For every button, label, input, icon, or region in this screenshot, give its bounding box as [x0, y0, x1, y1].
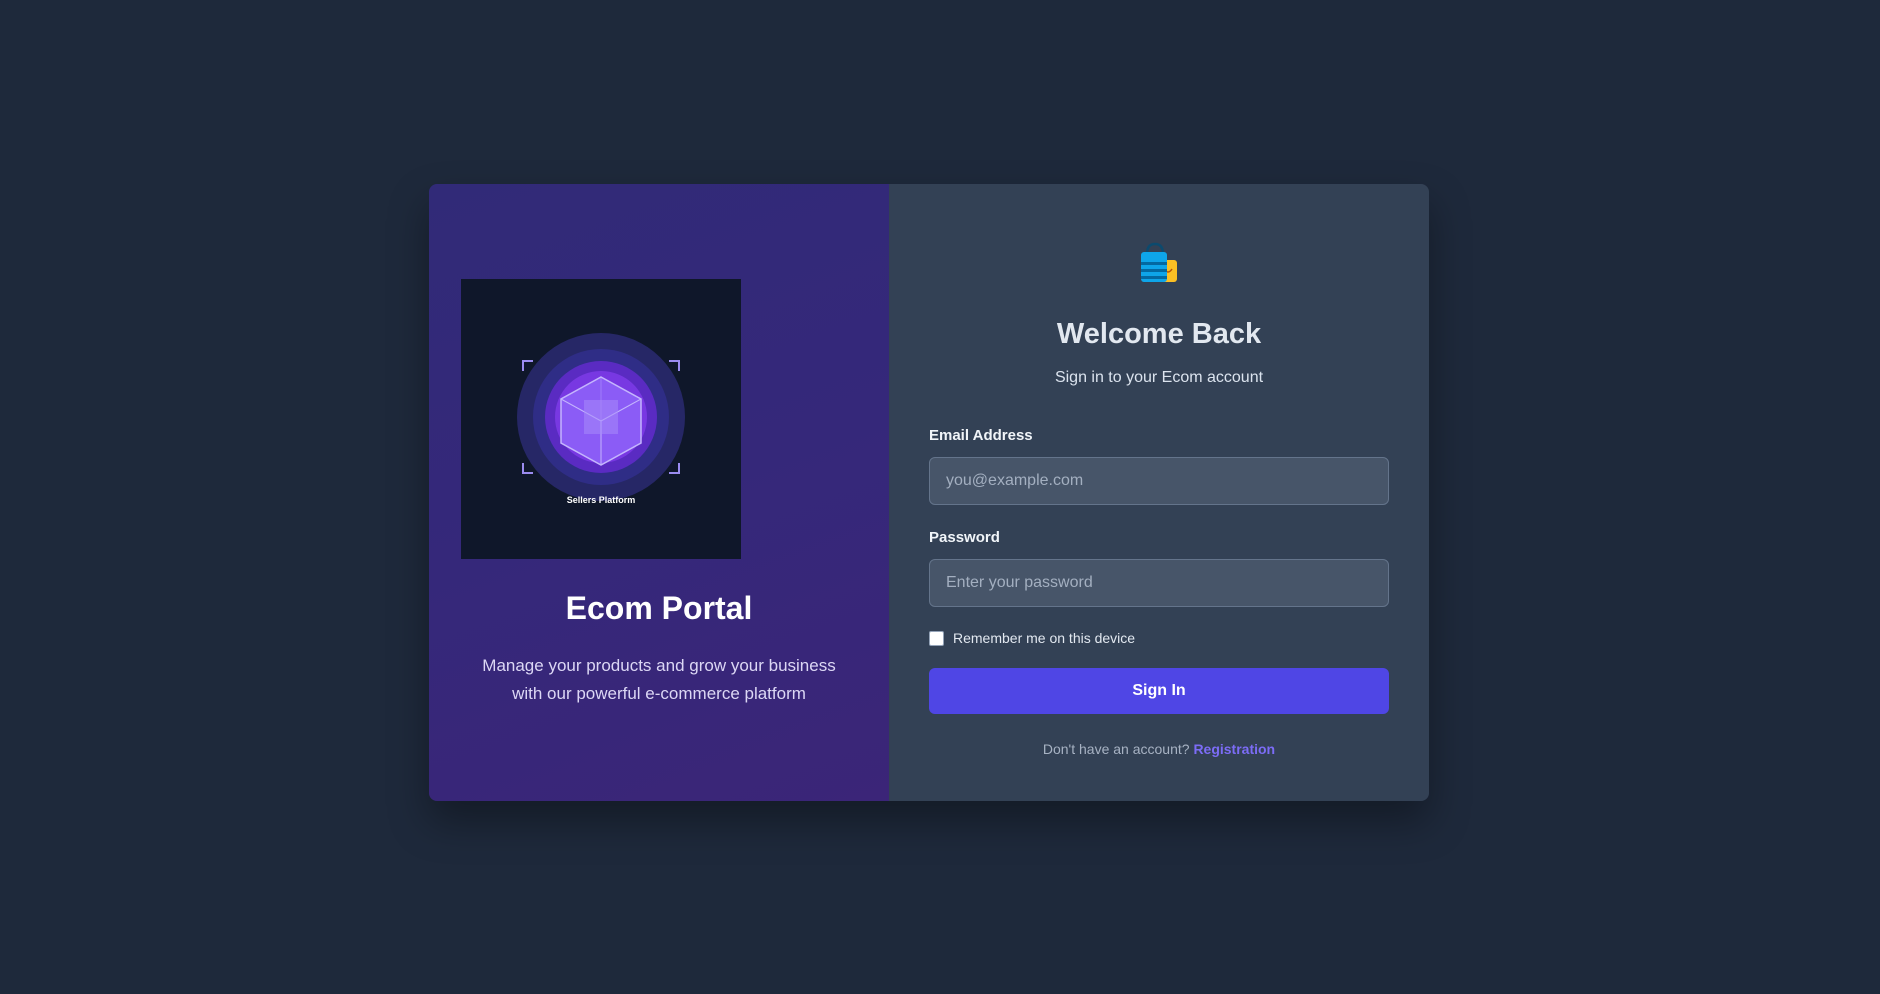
- remember-me[interactable]: Remember me on this device: [929, 630, 1135, 646]
- remember-me-checkbox[interactable]: [929, 630, 944, 646]
- remember-me-label[interactable]: Remember me on this device: [953, 630, 1135, 646]
- brand-title: Ecom Portal: [565, 590, 753, 626]
- platform-logo: Sellers Platform: [461, 279, 741, 559]
- welcome-title: Welcome Back: [1056, 318, 1262, 350]
- no-account-text: Don't have an account?: [1042, 741, 1190, 757]
- brand-panel: Sellers Platform Ecom Portal Manage your…: [429, 184, 889, 801]
- sign-in-button[interactable]: Sign In: [929, 668, 1389, 714]
- welcome-subtitle: Sign in to your Ecom account: [1054, 369, 1264, 386]
- shopping-bags-icon: [1135, 240, 1183, 288]
- password-field[interactable]: [929, 559, 1389, 607]
- email-field[interactable]: [929, 457, 1389, 505]
- logo-caption: Sellers Platform: [567, 495, 636, 505]
- login-card: Sellers Platform Ecom Portal Manage your…: [429, 184, 1429, 801]
- brand-description: Manage your products and grow your busin…: [482, 656, 836, 703]
- password-label: Password: [929, 529, 1000, 546]
- login-form-panel: Welcome Back Sign in to your Ecom accoun…: [889, 184, 1429, 801]
- register-prompt: Don't have an account? Registration: [889, 741, 1429, 757]
- email-label: Email Address: [929, 427, 1033, 444]
- registration-link[interactable]: Registration: [1193, 741, 1275, 757]
